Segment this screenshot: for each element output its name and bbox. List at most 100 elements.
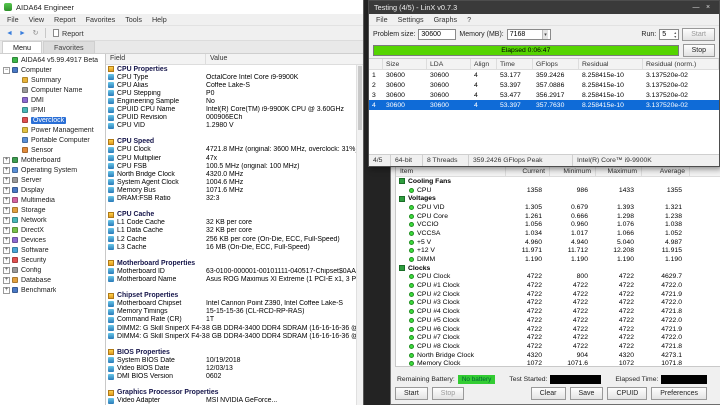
cpuid-button[interactable]: CPUID — [607, 387, 647, 400]
sidebar-item-aida64-v5-99-4917-beta[interactable]: AIDA64 v5.99.4917 Beta — [0, 55, 105, 65]
property-row[interactable]: Engineering SampleNo — [106, 97, 356, 105]
tree-expander-icon[interactable]: + — [3, 277, 10, 284]
sidebar-item-operating-system[interactable]: +Operating System — [0, 165, 105, 175]
sidebar-item-security[interactable]: +Security — [0, 255, 105, 265]
stats-group-cooling-fans[interactable]: Cooling Fans — [396, 177, 720, 186]
property-row[interactable]: System Agent Clock1004.6 MHz — [106, 178, 356, 186]
sidebar-item-dmi[interactable]: DMI — [0, 95, 105, 105]
linx-menu-file[interactable]: File — [371, 15, 393, 24]
stats-row-cpu-3-clock[interactable]: CPU #3 Clock4722472247224722.0 — [396, 299, 720, 308]
problem-size-input[interactable] — [418, 29, 456, 40]
stats-row-cpu-2-clock[interactable]: CPU #2 Clock4722472247224721.9 — [396, 290, 720, 299]
property-row[interactable]: Motherboard NameAsus ROG Maximus XI Extr… — [106, 275, 356, 283]
property-row[interactable]: CPUID CPU NameIntel(R) Core(TM) i9-9900K… — [106, 105, 356, 113]
stats-header-minimum[interactable]: Minimum — [550, 166, 596, 176]
sidebar-item-devices[interactable]: +Devices — [0, 235, 105, 245]
stats-row-cpu[interactable]: CPU135898614331355 — [396, 186, 720, 195]
tree-expander-icon[interactable]: + — [3, 167, 10, 174]
stats-row-cpu-4-clock[interactable]: CPU #4 Clock4722472247224721.8 — [396, 307, 720, 316]
menu-view[interactable]: View — [24, 15, 49, 24]
sidebar-item-computer-name[interactable]: Computer Name — [0, 85, 105, 95]
property-row[interactable]: Motherboard ID63-0100-000001-00101111-04… — [106, 267, 356, 275]
scrollbar-thumb[interactable] — [358, 66, 362, 130]
linx-titlebar[interactable]: Testing (4/5) - LinX v0.7.3 — × — [369, 1, 719, 14]
property-row[interactable]: DIMM4: G Skill SniperX F4-3400C16-8G...8… — [106, 332, 356, 340]
stats-row-memory-clock[interactable]: Memory Clock10721071.610721071.8 — [396, 359, 720, 367]
linx-result-row[interactable]: 23060030600453.397357.08868.258415e-103.… — [369, 80, 719, 90]
menu-tools[interactable]: Tools — [120, 15, 147, 24]
spinner-icons[interactable]: ▴▾ — [674, 31, 676, 39]
sidebar-item-network[interactable]: +Network — [0, 215, 105, 225]
property-row[interactable]: L2 Cache256 KB per core (On-Die, ECC, Fu… — [106, 235, 356, 243]
property-row[interactable]: CPUID Revision000906ECh — [106, 114, 356, 122]
property-row[interactable]: Video AdapterMSI NVIDIA GeForce... — [106, 397, 356, 405]
sidebar-item-ipmi[interactable]: IPMI — [0, 105, 105, 115]
linx-header-residual[interactable]: Residual — [579, 59, 643, 69]
stats-header-current[interactable]: Current — [506, 166, 550, 176]
stats-row-cpu-clock[interactable]: CPU Clock472280047224629.7 — [396, 273, 720, 282]
stats-row-cpu-1-clock[interactable]: CPU #1 Clock4722472247224722.0 — [396, 281, 720, 290]
tree-expander-icon[interactable]: + — [3, 267, 10, 274]
property-row[interactable]: Motherboard ChipsetIntel Cannon Point Z3… — [106, 300, 356, 308]
linx-header-size[interactable]: Size — [383, 59, 427, 69]
sidebar-item-overclock[interactable]: Overclock — [0, 115, 105, 125]
menu-report[interactable]: Report — [49, 15, 81, 24]
linx-menu-graphs[interactable]: Graphs — [429, 15, 463, 24]
property-row[interactable]: System BIOS Date10/19/2018 — [106, 356, 356, 364]
sidebar-item-display[interactable]: +Display — [0, 185, 105, 195]
property-row[interactable]: Memory Bus1071.6 MHz — [106, 186, 356, 194]
column-header-field[interactable]: Field — [106, 54, 206, 64]
stop-button[interactable]: Stop — [432, 387, 464, 400]
linx-menu-help[interactable]: ? — [462, 15, 476, 24]
column-header-value[interactable]: Value — [206, 54, 363, 64]
sidebar-item-motherboard[interactable]: +Motherboard — [0, 155, 105, 165]
tree-expander-icon[interactable]: + — [3, 237, 10, 244]
sidebar-item-software[interactable]: +Software — [0, 245, 105, 255]
vertical-scrollbar[interactable] — [356, 65, 363, 405]
property-row[interactable]: DIMM2: G Skill SniperX F4-3400C16-8G...8… — [106, 324, 356, 332]
tab-menu[interactable]: Menu — [2, 41, 42, 53]
property-row[interactable]: CPU Multiplier47x — [106, 154, 356, 162]
clear-button[interactable]: Clear — [531, 387, 566, 400]
report-button[interactable]: Report — [49, 29, 88, 38]
tree-expander-icon[interactable]: + — [3, 197, 10, 204]
property-row[interactable]: L1 Data Cache32 KB per core — [106, 227, 356, 235]
minimize-icon[interactable]: — — [690, 4, 702, 11]
stats-row-cpu-5-clock[interactable]: CPU #5 Clock4722472247224722.0 — [396, 316, 720, 325]
linx-menu-settings[interactable]: Settings — [393, 15, 429, 24]
property-row[interactable]: CPU SteppingP0 — [106, 89, 356, 97]
tree-expander-icon[interactable]: + — [3, 257, 10, 264]
sidebar-item-server[interactable]: +Server — [0, 175, 105, 185]
stats-row-5-v[interactable]: +5 V4.9604.9405.0404.987 — [396, 238, 720, 247]
tree-expander-icon[interactable]: + — [3, 187, 10, 194]
linx-result-row[interactable]: 33060030600453.477356.29178.258415e-103.… — [369, 90, 719, 100]
linx-header-align[interactable]: Align — [471, 59, 497, 69]
stats-row-vccsa[interactable]: VCCSA1.0341.0171.0661.052 — [396, 229, 720, 238]
linx-header-time[interactable]: Time — [497, 59, 533, 69]
close-icon[interactable]: × — [702, 4, 714, 11]
tree-expander-icon[interactable]: + — [3, 287, 10, 294]
property-row[interactable]: North Bridge Clock4320.0 MHz — [106, 170, 356, 178]
stats-row-12-v[interactable]: +12 V11.97111.71212.20811.915 — [396, 247, 720, 256]
property-row[interactable]: L1 Code Cache32 KB per core — [106, 219, 356, 227]
tree-expander-icon[interactable]: + — [3, 207, 10, 214]
linx-result-row[interactable]: 13060030600453.177359.24268.258415e-103.… — [369, 70, 719, 80]
tree-expander-icon[interactable]: + — [3, 227, 10, 234]
run-stepper[interactable]: 5 ▴▾ — [659, 29, 679, 40]
tree-expander-icon[interactable]: + — [3, 177, 10, 184]
property-row[interactable]: DMI BIOS Version0602 — [106, 373, 356, 381]
property-row[interactable]: Memory Timings15-15-15-36 (CL-RCD-RP-RAS… — [106, 308, 356, 316]
sidebar-item-summary[interactable]: Summary — [0, 75, 105, 85]
sidebar-item-directx[interactable]: +DirectX — [0, 225, 105, 235]
stats-header-average[interactable]: Average — [642, 166, 690, 176]
sidebar-item-sensor[interactable]: Sensor — [0, 145, 105, 155]
tree-expander-icon[interactable]: + — [3, 217, 10, 224]
start-button[interactable]: Start — [682, 28, 715, 41]
refresh-icon[interactable]: ↻ — [29, 29, 42, 37]
sidebar-item-database[interactable]: +Database — [0, 275, 105, 285]
aida64-titlebar[interactable]: AIDA64 Engineer — [0, 0, 363, 14]
property-row[interactable]: L3 Cache16 MB (On-Die, ECC, Full-Speed) — [106, 243, 356, 251]
stats-group-voltages[interactable]: Voltages — [396, 194, 720, 203]
property-row[interactable]: CPU AliasCoffee Lake-S — [106, 81, 356, 89]
stats-row-cpu-8-clock[interactable]: CPU #8 Clock4722472247224721.8 — [396, 342, 720, 351]
